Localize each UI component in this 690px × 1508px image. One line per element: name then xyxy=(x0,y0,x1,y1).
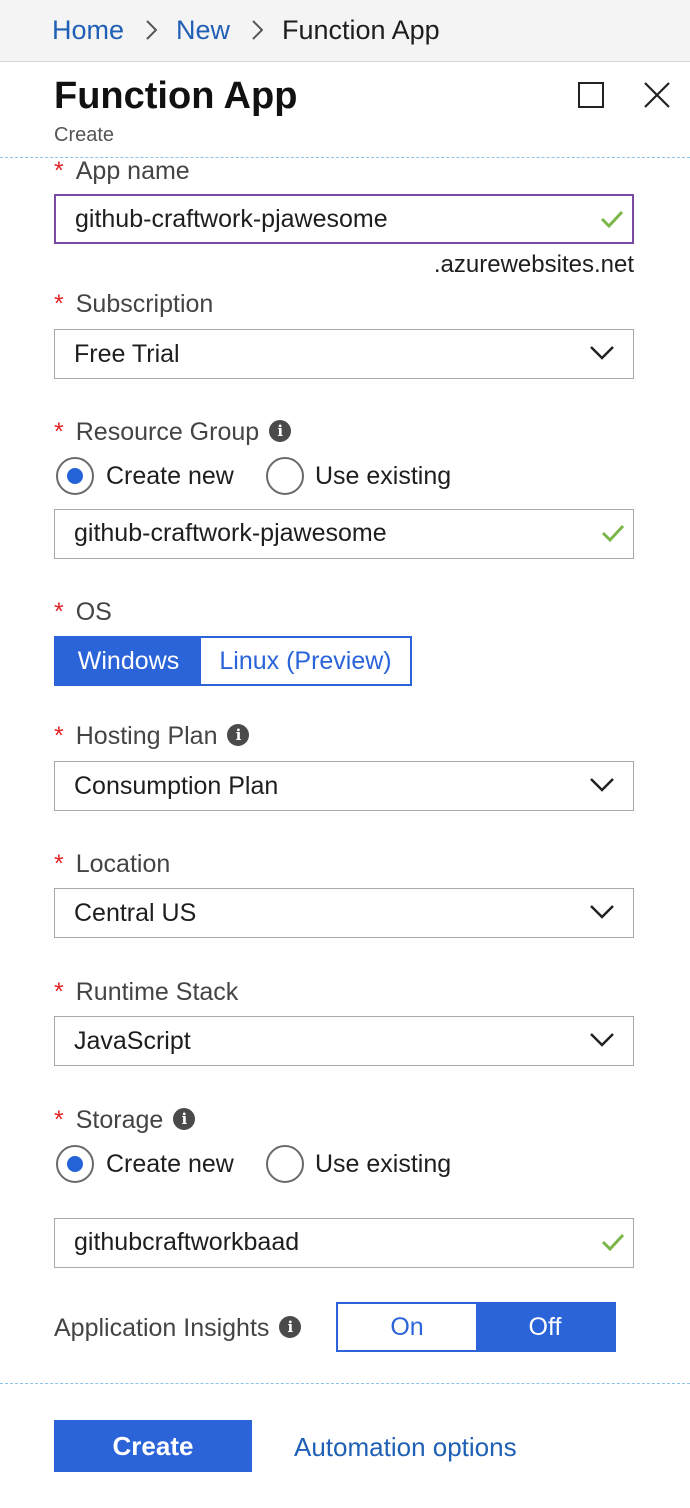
os-option-windows[interactable]: Windows xyxy=(56,638,201,684)
breadcrumb-current: Function App xyxy=(282,15,440,45)
hosting-plan-value: Consumption Plan xyxy=(74,772,279,800)
breadcrumb-home-link[interactable]: Home xyxy=(52,14,124,46)
location-select[interactable]: Central US xyxy=(54,888,634,938)
app-name-label-text: App name xyxy=(75,157,190,185)
location-label: * Location xyxy=(54,849,170,879)
storage-label: * Storage i xyxy=(54,1105,196,1135)
chevron-down-icon xyxy=(590,778,614,792)
resource-group-create-new-label[interactable]: Create new xyxy=(106,461,234,491)
checkmark-icon xyxy=(601,524,625,543)
app-insights-option-off[interactable]: Off xyxy=(476,1304,614,1350)
resource-group-value: github-craftwork-pjawesome xyxy=(74,519,387,547)
required-marker: * xyxy=(54,290,64,318)
subscription-value: Free Trial xyxy=(74,340,180,368)
storage-value: githubcraftworkbaad xyxy=(74,1228,300,1256)
info-icon[interactable]: i xyxy=(173,1108,196,1131)
app-insights-label-text: Application Insights xyxy=(54,1314,270,1342)
domain-suffix: .azurewebsites.net xyxy=(433,251,634,278)
page-title: Function App xyxy=(54,75,298,117)
maximize-icon[interactable] xyxy=(576,80,606,110)
required-marker: * xyxy=(54,598,64,626)
hosting-plan-label: * Hosting Plan i xyxy=(54,721,250,751)
subscription-select[interactable]: Free Trial xyxy=(54,329,634,379)
os-label: * OS xyxy=(54,597,112,627)
subscription-label-text: Subscription xyxy=(75,290,214,318)
chevron-right-icon xyxy=(146,20,157,40)
hosting-plan-label-text: Hosting Plan xyxy=(75,722,218,750)
resource-group-use-existing-radio[interactable] xyxy=(266,457,304,495)
chevron-down-icon xyxy=(590,905,614,919)
resource-group-input[interactable]: github-craftwork-pjawesome xyxy=(54,509,634,559)
hosting-plan-select[interactable]: Consumption Plan xyxy=(54,761,634,811)
runtime-stack-label: * Runtime Stack xyxy=(54,977,238,1007)
info-icon[interactable]: i xyxy=(269,420,292,443)
checkmark-icon xyxy=(601,1233,625,1252)
os-label-text: OS xyxy=(75,598,112,626)
storage-create-new-radio[interactable] xyxy=(56,1145,94,1183)
app-name-input[interactable]: github-craftwork-pjawesome xyxy=(54,194,634,244)
breadcrumb: Home New Function App xyxy=(0,0,690,62)
required-marker: * xyxy=(54,157,64,185)
runtime-stack-value: JavaScript xyxy=(74,1027,191,1055)
storage-use-existing-label[interactable]: Use existing xyxy=(315,1149,451,1179)
subscription-label: * Subscription xyxy=(54,289,213,319)
required-marker: * xyxy=(54,1106,64,1134)
app-insights-toggle[interactable]: On Off xyxy=(336,1302,616,1352)
info-icon[interactable]: i xyxy=(279,1316,302,1339)
info-icon[interactable]: i xyxy=(227,724,250,747)
required-marker: * xyxy=(54,418,64,446)
required-marker: * xyxy=(54,978,64,1006)
storage-create-new-label[interactable]: Create new xyxy=(106,1149,234,1179)
chevron-down-icon xyxy=(590,346,614,360)
resource-group-use-existing-label[interactable]: Use existing xyxy=(315,461,451,491)
required-marker: * xyxy=(54,722,64,750)
location-value: Central US xyxy=(74,899,197,927)
breadcrumb-new-link[interactable]: New xyxy=(176,14,230,46)
checkmark-icon xyxy=(600,210,624,229)
storage-label-text: Storage xyxy=(75,1106,164,1134)
app-name-label: * App name xyxy=(54,156,190,186)
chevron-down-icon xyxy=(590,1033,614,1047)
close-icon[interactable] xyxy=(642,80,672,110)
create-button[interactable]: Create xyxy=(54,1420,252,1472)
app-insights-option-on[interactable]: On xyxy=(338,1304,476,1350)
app-insights-label: Application Insights i xyxy=(54,1313,302,1343)
chevron-right-icon xyxy=(252,20,263,40)
os-toggle[interactable]: Windows Linux (Preview) xyxy=(54,636,412,686)
location-label-text: Location xyxy=(75,850,171,878)
page-subtitle: Create xyxy=(54,124,115,146)
resource-group-label: * Resource Group i xyxy=(54,417,292,447)
runtime-stack-label-text: Runtime Stack xyxy=(75,978,239,1006)
resource-group-label-text: Resource Group xyxy=(75,418,260,446)
automation-options-link[interactable]: Automation options xyxy=(294,1432,517,1462)
app-name-value: github-craftwork-pjawesome xyxy=(75,205,388,233)
runtime-stack-select[interactable]: JavaScript xyxy=(54,1016,634,1066)
storage-use-existing-radio[interactable] xyxy=(266,1145,304,1183)
required-marker: * xyxy=(54,850,64,878)
storage-input[interactable]: githubcraftworkbaad xyxy=(54,1218,634,1268)
resource-group-create-new-radio[interactable] xyxy=(56,457,94,495)
os-option-linux[interactable]: Linux (Preview) xyxy=(201,638,410,684)
divider xyxy=(0,1383,690,1384)
